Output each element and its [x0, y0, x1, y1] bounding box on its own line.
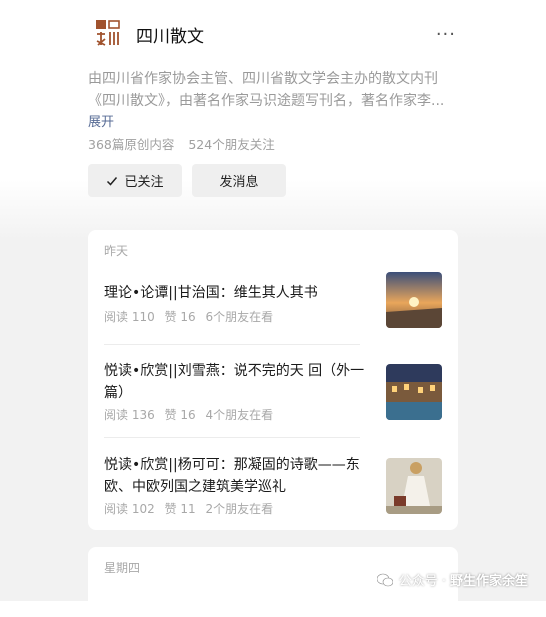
article-meta: 阅读 136 赞 16 4个朋友在看: [104, 406, 273, 423]
friends-viewing: 4个朋友在看: [205, 408, 274, 422]
article-meta: 阅读 110 赞 16 6个朋友在看: [104, 308, 273, 325]
description-line-2: 《四川散文》，由著名作家马识途题写刊名，著名作家李...: [88, 93, 445, 109]
article-meta: 阅读 102 赞 11 2个朋友在看: [104, 500, 273, 517]
group-day-label: 昨天: [104, 244, 129, 258]
send-message-button[interactable]: 发消息: [192, 164, 286, 197]
article-title[interactable]: 悦读•欣赏||刘雪燕：说不完的天 回（外一篇）: [104, 360, 366, 404]
expand-link[interactable]: 展开: [88, 111, 114, 130]
article-title[interactable]: 悦读•欣赏||杨可可：那凝固的诗歌——东欧、中欧列国之建筑美学巡礼: [104, 454, 366, 498]
watermark-name: 野生作家余笙: [449, 574, 528, 589]
send-message-label: 发消息: [219, 175, 259, 190]
like-count: 赞 11: [164, 502, 196, 516]
article-item[interactable]: 悦读•欣赏||刘雪燕：说不完的天 回（外一篇） 阅读 136 赞 16 4个朋友…: [104, 360, 442, 430]
article-item[interactable]: 悦读•欣赏||杨可可：那凝固的诗歌——东欧、中欧列国之建筑美学巡礼 阅读 102…: [104, 454, 442, 524]
friends-viewing: 2个朋友在看: [205, 502, 274, 516]
account-description: 由四川省作家协会主管、四川省散文学会主办的散文内刊 《四川散文》，由著名作家马识…: [88, 68, 454, 112]
article-group-card: 昨天 理论•论谭||甘治国：维生其人其书 阅读 110 赞 16 6个朋友在看: [88, 230, 458, 530]
article-title[interactable]: 理论•论谭||甘治国：维生其人其书: [104, 282, 366, 304]
account-logo[interactable]: [94, 18, 122, 48]
article-divider: [104, 344, 360, 345]
followed-label: 已关注: [124, 175, 164, 190]
like-count: 赞 16: [164, 310, 196, 324]
read-count: 阅读 102: [104, 502, 155, 516]
account-name[interactable]: 四川散文: [136, 22, 204, 47]
article-item[interactable]: 理论•论谭||甘治国：维生其人其书 阅读 110 赞 16 6个朋友在看: [104, 272, 442, 342]
friends-viewing: 6个朋友在看: [205, 310, 274, 324]
check-icon: [107, 176, 118, 186]
read-count: 阅读 136: [104, 408, 155, 422]
like-count: 赞 16: [164, 408, 196, 422]
more-dots-icon[interactable]: ···: [436, 24, 456, 45]
read-count: 阅读 110: [104, 310, 155, 324]
watermark-label: 公众号 ·: [398, 574, 446, 589]
logo-mark: [96, 20, 120, 46]
friends-follow-count: 524个朋友关注: [188, 137, 275, 152]
account-stats: 368篇原创内容 524个朋友关注: [88, 134, 275, 153]
wechat-icon: [376, 573, 393, 586]
watermark: 公众号 · 野生作家余笙: [376, 570, 528, 589]
article-thumbnail[interactable]: [386, 364, 442, 420]
group-day-label: 星期四: [104, 561, 141, 575]
article-divider: [104, 437, 360, 438]
article-thumbnail[interactable]: [386, 272, 442, 328]
followed-button[interactable]: 已关注: [88, 164, 182, 197]
description-line-1: 由四川省作家协会主管、四川省散文学会主办的散文内刊: [88, 71, 438, 87]
original-count: 368篇原创内容: [88, 137, 175, 152]
article-thumbnail[interactable]: [386, 458, 442, 514]
